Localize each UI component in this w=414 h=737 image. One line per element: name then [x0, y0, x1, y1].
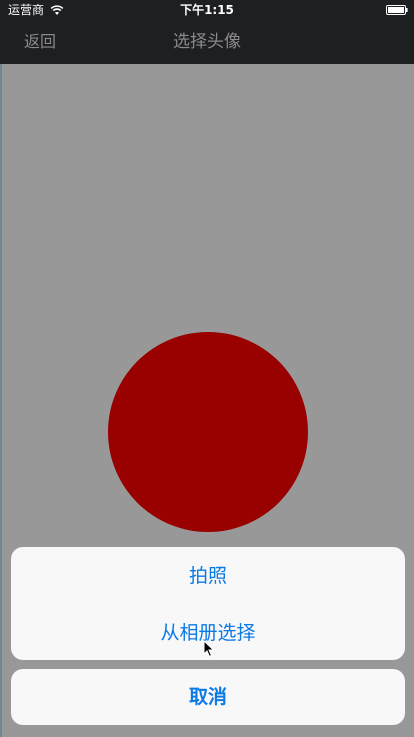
left-edge-divider	[0, 64, 2, 737]
status-time: 下午1:15	[180, 3, 234, 17]
status-bar: 运营商 下午1:15	[0, 0, 414, 20]
screen: 运营商 下午1:15 返回 选择头像 拍照 从相册选择 取消	[0, 0, 414, 737]
take-photo-option[interactable]: 拍照	[11, 565, 405, 587]
mouse-cursor-icon	[203, 640, 215, 658]
avatar-preview	[108, 332, 308, 532]
nav-bar: 返回 选择头像	[0, 20, 414, 64]
cancel-button[interactable]: 取消	[11, 669, 405, 725]
battery-icon	[386, 5, 408, 15]
page-title: 选择头像	[173, 32, 241, 52]
